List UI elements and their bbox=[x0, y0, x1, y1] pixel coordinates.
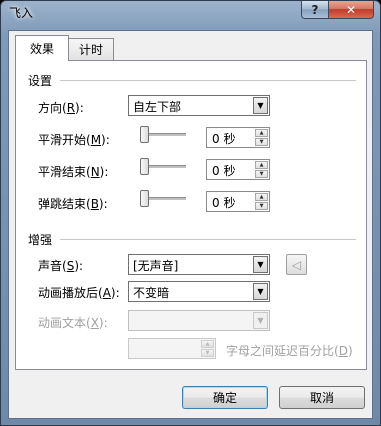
spin-down-icon[interactable]: ▼ bbox=[255, 138, 268, 146]
spin-down-icon[interactable]: ▼ bbox=[201, 349, 214, 357]
bounce-end-spinner[interactable]: 0 秒 ▲ ▼ bbox=[206, 191, 270, 212]
ok-button[interactable]: 确定 bbox=[182, 386, 268, 409]
dialog-client-area: 效果 计时 设置 方向(R): 自左下部 ▼ 平滑开始(M): 0 秒 ▲ ▼ 平… bbox=[8, 30, 373, 419]
cancel-button-label: 取消 bbox=[309, 391, 334, 405]
speaker-icon: ◁ bbox=[291, 257, 302, 272]
animate-text-dropdown[interactable]: ▼ bbox=[128, 310, 270, 331]
after-animation-dropdown[interactable]: 不变暗 ▼ bbox=[128, 281, 270, 302]
spin-down-icon[interactable]: ▼ bbox=[255, 170, 268, 178]
bounce-end-slider-thumb[interactable] bbox=[140, 190, 149, 207]
close-icon: ✕ bbox=[345, 2, 357, 17]
bounce-end-label: 弹跳结束(B): bbox=[38, 197, 108, 211]
tab-timing[interactable]: 计时 bbox=[68, 38, 114, 60]
direction-label: 方向(R): bbox=[38, 101, 84, 115]
settings-group-divider bbox=[60, 80, 356, 81]
chevron-down-icon[interactable]: ▼ bbox=[253, 312, 268, 329]
tab-timing-label: 计时 bbox=[78, 43, 103, 57]
direction-value: 自左下部 bbox=[133, 100, 182, 114]
after-animation-value: 不变暗 bbox=[133, 286, 170, 300]
spin-down-icon[interactable]: ▼ bbox=[255, 202, 268, 210]
dialog-window: 飞入 ? ✕ 效果 计时 设置 方向(R): 自左下部 ▼ 平滑开始(M): 0… bbox=[0, 0, 381, 426]
help-icon: ? bbox=[311, 2, 319, 17]
smooth-end-slider-thumb[interactable] bbox=[140, 158, 149, 175]
animate-text-label: 动画文本(X): bbox=[38, 316, 108, 330]
help-button[interactable]: ? bbox=[301, 1, 329, 19]
tab-effect-label: 效果 bbox=[29, 42, 54, 56]
smooth-end-label: 平滑结束(N): bbox=[38, 165, 109, 179]
letter-delay-label: 字母之间延迟百分比(D) bbox=[226, 344, 353, 358]
sound-dropdown[interactable]: [无声音] ▼ bbox=[128, 254, 270, 275]
settings-group-title: 设置 bbox=[28, 74, 53, 88]
chevron-down-icon[interactable]: ▼ bbox=[253, 97, 268, 114]
smooth-start-label: 平滑开始(M): bbox=[38, 133, 110, 147]
smooth-start-slider-thumb[interactable] bbox=[140, 126, 149, 143]
sound-volume-button[interactable]: ◁ bbox=[286, 254, 307, 275]
sound-value: [无声音] bbox=[133, 259, 179, 273]
spin-up-icon[interactable]: ▲ bbox=[255, 161, 268, 169]
enhance-group-divider bbox=[60, 239, 356, 240]
letter-delay-spinner[interactable]: ▲ ▼ bbox=[128, 338, 216, 359]
sound-label: 声音(S): bbox=[38, 259, 84, 273]
spin-up-icon[interactable]: ▲ bbox=[255, 129, 268, 137]
title-bar[interactable]: 飞入 ? ✕ bbox=[1, 1, 380, 29]
spin-up-icon[interactable]: ▲ bbox=[255, 193, 268, 201]
smooth-start-spinner[interactable]: 0 秒 ▲ ▼ bbox=[206, 127, 270, 148]
smooth-start-value: 0 秒 bbox=[212, 132, 236, 146]
tab-panel-effect: 设置 方向(R): 自左下部 ▼ 平滑开始(M): 0 秒 ▲ ▼ 平滑结束(N)… bbox=[15, 60, 367, 370]
smooth-end-value: 0 秒 bbox=[212, 164, 236, 178]
cancel-button[interactable]: 取消 bbox=[279, 386, 365, 409]
bounce-end-value: 0 秒 bbox=[212, 196, 236, 210]
close-button[interactable]: ✕ bbox=[328, 1, 374, 19]
after-animation-label: 动画播放后(A): bbox=[38, 286, 120, 300]
chevron-down-icon[interactable]: ▼ bbox=[253, 283, 268, 300]
smooth-end-spinner[interactable]: 0 秒 ▲ ▼ bbox=[206, 159, 270, 180]
enhance-group-title: 增强 bbox=[28, 233, 53, 247]
direction-dropdown[interactable]: 自左下部 ▼ bbox=[128, 95, 270, 116]
spin-up-icon[interactable]: ▲ bbox=[201, 340, 214, 348]
window-title: 飞入 bbox=[9, 6, 34, 20]
ok-button-label: 确定 bbox=[212, 391, 237, 405]
chevron-down-icon[interactable]: ▼ bbox=[253, 256, 268, 273]
tab-effect[interactable]: 效果 bbox=[15, 35, 69, 61]
